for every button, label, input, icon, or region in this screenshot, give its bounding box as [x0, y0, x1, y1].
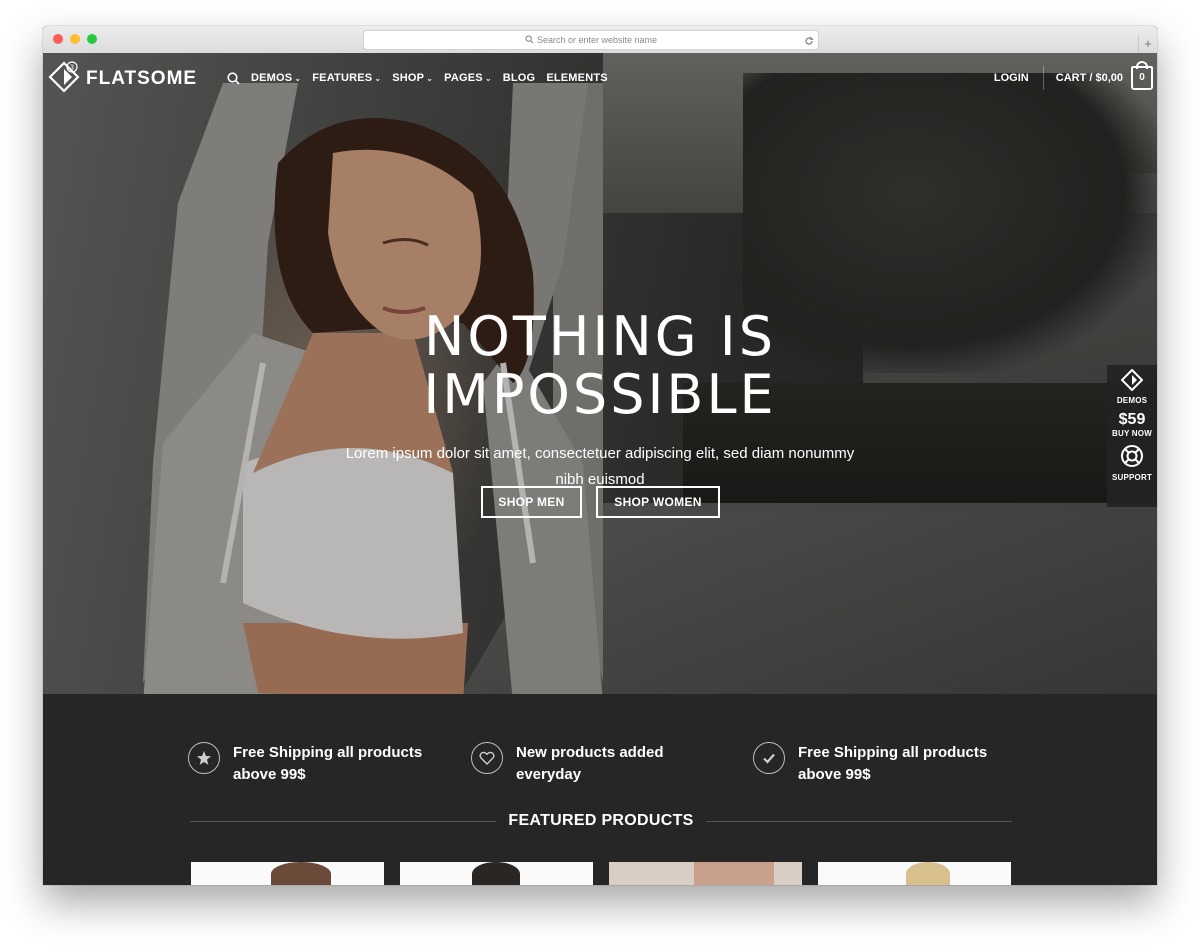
menu-item-label: ELEMENTS	[546, 72, 608, 84]
menu-item-demos[interactable]: DEMOS ⌄	[251, 72, 301, 84]
reload-icon[interactable]	[804, 34, 814, 52]
product-thumbnail	[694, 862, 774, 885]
side-buy-link[interactable]: $59 BUY NOW	[1107, 411, 1157, 438]
feature-text: Free Shipping all products above 99$	[233, 744, 423, 783]
address-placeholder: Search or enter website name	[536, 35, 658, 45]
cart-link[interactable]: CART / $0,00	[1056, 72, 1123, 84]
shop-men-button[interactable]: SHOP MEN	[481, 486, 582, 518]
side-demos-label: DEMOS	[1116, 396, 1148, 405]
main-menu: DEMOS ⌄ FEATURES ⌄ SHOP ⌄ PAGES ⌄ BLOG ELEME…	[251, 72, 619, 84]
search-icon[interactable]	[227, 72, 240, 90]
logo-text: FLATSOME	[86, 68, 198, 89]
hero-headline-line1: NOTHING IS	[423, 305, 777, 368]
product-thumbnail	[472, 862, 520, 885]
site-logo[interactable]: 3 FLATSOME	[48, 60, 198, 98]
product-card[interactable]	[400, 862, 593, 885]
feature-text: New products added everyday	[516, 744, 664, 783]
product-card[interactable]	[818, 862, 1011, 885]
support-lifebuoy-icon	[1120, 445, 1144, 472]
site-header: 3 FLATSOME DEMOS ⌄ FEATURES ⌄ SHOP ⌄ PAGES ⌄…	[43, 53, 1157, 105]
hero-headline-line2: IMPOSSIBLE	[423, 363, 777, 426]
hero-slider: NOTHING IS IMPOSSIBLE Lorem ipsum dolor …	[43, 53, 1157, 694]
floating-side-panel: DEMOS $59 BUY NOW SUPPORT	[1107, 365, 1157, 507]
chevron-down-icon: ⌄	[374, 73, 382, 83]
new-tab-button[interactable]: +	[1138, 35, 1157, 53]
chevron-down-icon: ⌄	[426, 73, 434, 83]
menu-item-label: SHOP	[392, 72, 425, 84]
login-link[interactable]: LOGIN	[994, 72, 1029, 84]
browser-window: Search or enter website name + NOTHING I…	[43, 26, 1157, 885]
header-actions: LOGIN CART / $0,00 0	[994, 61, 1153, 90]
logo-badge: 3	[70, 63, 74, 71]
browser-chrome: Search or enter website name +	[43, 26, 1157, 54]
menu-item-features[interactable]: FEATURES ⌄	[312, 72, 381, 84]
product-card[interactable]	[191, 862, 384, 885]
feature-item: Free Shipping all products above 99$	[188, 742, 443, 786]
side-support-label: SUPPORT	[1111, 473, 1153, 482]
header-divider	[1042, 66, 1044, 90]
product-card[interactable]	[609, 862, 802, 885]
menu-item-label: PAGES	[444, 72, 483, 84]
side-demos-link[interactable]: DEMOS	[1107, 365, 1157, 405]
heading-rule-left	[190, 820, 497, 822]
menu-item-label: BLOG	[502, 72, 536, 84]
menu-item-blog[interactable]: BLOG	[503, 72, 536, 84]
heart-icon	[471, 742, 503, 774]
star-icon	[188, 742, 220, 774]
maximize-window-button[interactable]	[87, 34, 97, 44]
flatsome-logo-icon: 3	[48, 60, 80, 98]
feature-item: Free Shipping all products above 99$	[753, 742, 1008, 786]
product-thumbnail	[906, 862, 950, 885]
search-icon	[525, 32, 534, 50]
hero-headline: NOTHING IS IMPOSSIBLE	[43, 308, 1157, 424]
close-window-button[interactable]	[53, 34, 63, 44]
menu-item-shop[interactable]: SHOP ⌄	[392, 72, 433, 84]
flatsome-diamond-icon	[1120, 368, 1144, 395]
featured-products-heading: FEATURED PRODUCTS	[190, 811, 1012, 831]
check-icon	[753, 742, 785, 774]
product-thumbnail	[271, 862, 331, 885]
menu-item-pages[interactable]: PAGES ⌄	[444, 72, 492, 84]
side-buy-label: BUY NOW	[1112, 429, 1152, 438]
cart-bag-icon[interactable]: 0	[1131, 61, 1153, 90]
featured-products-title: FEATURED PRODUCTS	[508, 812, 694, 829]
menu-item-elements[interactable]: ELEMENTS	[546, 72, 608, 84]
chevron-down-icon: ⌄	[484, 73, 492, 83]
address-bar[interactable]: Search or enter website name	[363, 30, 819, 50]
side-support-link[interactable]: SUPPORT	[1107, 444, 1157, 482]
menu-item-label: FEATURES	[312, 72, 373, 84]
minimize-window-button[interactable]	[70, 34, 80, 44]
feature-item: New products added everyday	[471, 742, 726, 786]
menu-item-label: DEMOS	[251, 72, 293, 84]
feature-text: Free Shipping all products above 99$	[798, 744, 988, 783]
chevron-down-icon: ⌄	[294, 73, 302, 83]
shop-women-button[interactable]: SHOP WOMEN	[596, 486, 720, 518]
side-price: $59	[1118, 411, 1146, 428]
product-grid	[191, 862, 1011, 885]
features-section: Free Shipping all products above 99$ New…	[43, 694, 1157, 885]
heading-rule-right	[705, 820, 1012, 822]
cart-count: 0	[1139, 72, 1145, 83]
